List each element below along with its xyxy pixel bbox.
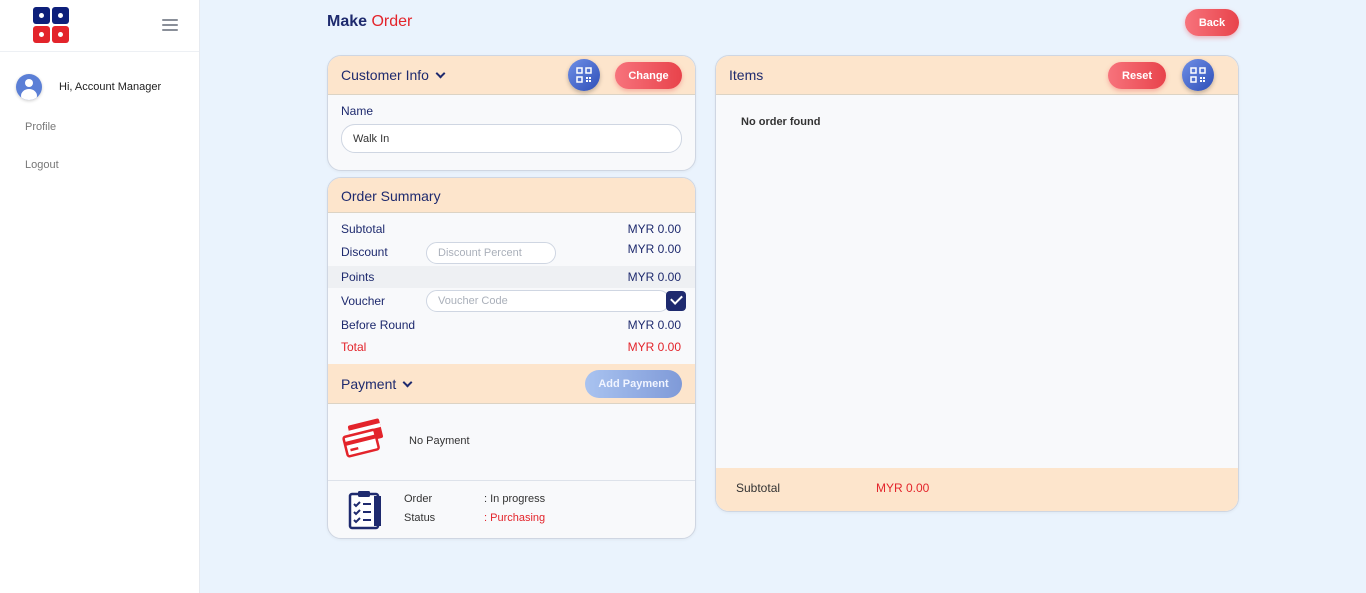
items-subtotal-value: MYR 0.00: [876, 481, 930, 495]
sidebar: Hi, Account Manager Profile Logout: [0, 0, 200, 593]
points-value: MYR 0.00: [627, 270, 681, 284]
voucher-code-input[interactable]: [426, 290, 670, 312]
total-row: Total MYR 0.00: [328, 336, 695, 358]
before-round-label: Before Round: [341, 318, 416, 332]
hamburger-icon[interactable]: [162, 19, 178, 31]
add-payment-button[interactable]: Add Payment: [585, 370, 682, 398]
user-profile: Hi, Account Manager: [16, 74, 161, 100]
qr-code-icon[interactable]: [1182, 59, 1214, 91]
points-row: Points MYR 0.00: [328, 266, 695, 288]
status-label: Status: [404, 512, 436, 524]
items-card: Items Reset No order found Subtotal MYR …: [715, 55, 1239, 512]
chevron-down-icon: [435, 68, 446, 78]
items-subtotal-label: Subtotal: [736, 481, 781, 495]
customer-info-card: Customer Info Change Name: [327, 55, 696, 171]
back-button[interactable]: Back: [1185, 9, 1239, 36]
total-value: MYR 0.00: [627, 340, 681, 354]
change-customer-button[interactable]: Change: [615, 62, 682, 89]
customer-info-toggle[interactable]: Customer Info: [341, 67, 446, 83]
user-greeting: Hi, Account Manager: [59, 81, 162, 93]
user-avatar-icon: [16, 74, 42, 100]
check-icon[interactable]: [666, 291, 686, 311]
subtotal-label: Subtotal: [341, 222, 386, 236]
no-payment-text: No Payment: [409, 435, 470, 447]
subtotal-value: MYR 0.00: [627, 222, 681, 236]
clipboard-checklist-icon: [344, 490, 384, 530]
reset-button[interactable]: Reset: [1108, 62, 1166, 89]
voucher-label: Voucher: [341, 294, 386, 308]
order-summary-card: Order Summary Subtotal MYR 0.00 Discount…: [327, 177, 696, 539]
page-title-accent: Order: [371, 13, 413, 30]
before-round-value: MYR 0.00: [627, 318, 681, 332]
items-header: Items Reset: [716, 56, 1238, 95]
before-round-row: Before Round MYR 0.00: [328, 314, 695, 336]
total-label: Total: [341, 340, 367, 354]
divider: [328, 480, 695, 481]
customer-info-title: Customer Info: [341, 67, 429, 83]
discount-label: Discount: [341, 245, 388, 259]
customer-name-input[interactable]: [341, 124, 682, 153]
discount-value: MYR 0.00: [627, 242, 681, 256]
status-value: : Purchasing: [484, 512, 546, 524]
items-footer: Subtotal MYR 0.00: [716, 468, 1238, 511]
brand-logo[interactable]: [33, 7, 69, 43]
discount-percent-input[interactable]: [426, 242, 556, 264]
name-label: Name: [341, 104, 374, 118]
no-order-text: No order found: [741, 116, 821, 128]
chevron-down-icon: [402, 377, 413, 387]
payment-toggle[interactable]: Payment: [341, 376, 413, 392]
payment-title: Payment: [341, 376, 397, 392]
page-title: Make Order: [327, 13, 412, 31]
customer-info-header: Customer Info Change: [328, 56, 695, 95]
points-label: Points: [341, 270, 375, 284]
sidebar-link-profile[interactable]: Profile: [25, 121, 56, 133]
order-value: : In progress: [484, 493, 546, 505]
page-title-main: Make: [327, 13, 368, 30]
order-summary-header: Order Summary: [328, 178, 695, 213]
subtotal-row: Subtotal MYR 0.00: [328, 218, 695, 240]
sidebar-header: [0, 0, 199, 52]
order-label: Order: [404, 493, 433, 505]
qr-code-icon[interactable]: [568, 59, 600, 91]
order-summary-title: Order Summary: [341, 188, 441, 204]
credit-card-icon: [341, 416, 389, 460]
sidebar-link-logout[interactable]: Logout: [25, 159, 59, 171]
payment-header: Payment Add Payment: [328, 364, 695, 404]
items-title: Items: [729, 67, 764, 83]
